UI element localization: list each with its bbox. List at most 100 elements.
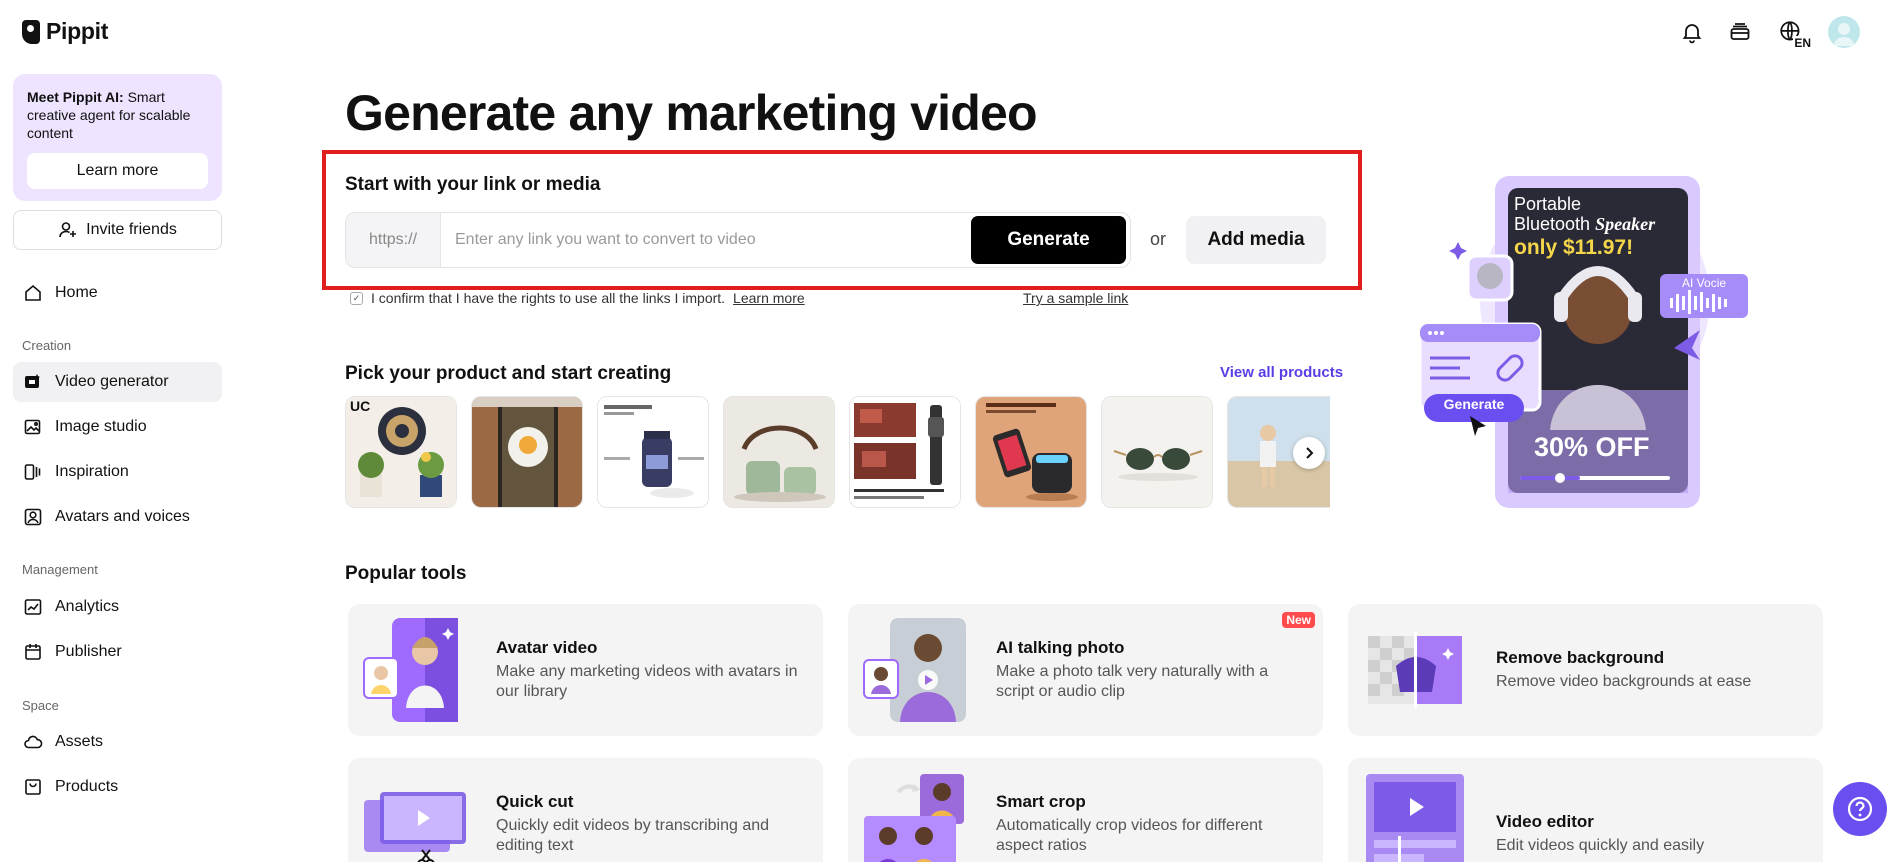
popular-tools-title: Popular tools [345, 563, 467, 584]
avatar-video-thumbnail [362, 618, 466, 722]
video-editor-thumbnail [1362, 772, 1466, 862]
tool-name: Quick cut [496, 792, 574, 811]
tool-card-remove-background[interactable]: Remove background Remove video backgroun… [1348, 604, 1823, 736]
top-toolbar: EN [1678, 16, 1860, 50]
tool-card-quick-cut[interactable]: Quick cut Quickly edit videos by transcr… [348, 758, 823, 862]
confirm-text: I confirm that I have the rights to use … [371, 290, 726, 306]
sidebar-item-avatars-and-voices[interactable]: Avatars and voices [13, 497, 222, 537]
hero-line1: Portable [1514, 194, 1582, 214]
hero-generate: Generate [1443, 396, 1505, 412]
svg-text:UC: UC [350, 398, 370, 414]
hero-discount: 30% OFF [1534, 432, 1650, 462]
sidebar-item-assets[interactable]: Assets [13, 722, 222, 762]
tool-desc: Make a photo talk very naturally with a … [996, 663, 1269, 700]
cloud-icon [23, 732, 43, 752]
hero-line2-text: Bluetooth [1514, 214, 1591, 234]
inspiration-icon [23, 462, 43, 482]
invite-friends-button[interactable]: Invite friends [13, 210, 222, 250]
sidebar-item-label: Inspiration [55, 463, 129, 480]
invite-label: Invite friends [86, 221, 177, 238]
home-icon [23, 283, 43, 303]
tool-name: Remove background [1496, 648, 1665, 667]
start-label: Start with your link or media [345, 174, 601, 195]
user-avatar[interactable] [1828, 16, 1860, 48]
promo-text: Meet Pippit AI: Smart creative agent for… [27, 88, 208, 142]
new-badge: New [1282, 612, 1315, 628]
tool-card-ai-talking-photo[interactable]: New AI talking photo Make a photo talk v… [848, 604, 1323, 736]
pick-product-title: Pick your product and start creating [345, 363, 672, 384]
sidebar: Pippit Meet Pippit AI: Smart creative ag… [0, 0, 236, 862]
sidebar-item-label: Assets [55, 733, 104, 750]
confirm-learn-more-link[interactable]: Learn more [733, 290, 805, 306]
page-title: Generate any marketing video [345, 85, 1038, 141]
hero-ai-voice: AI Vocie [1682, 276, 1727, 290]
add-user-icon [58, 220, 78, 240]
image-studio-icon [23, 417, 43, 437]
sidebar-item-label: Products [55, 778, 119, 795]
ai-talking-photo-thumbnail [862, 618, 966, 722]
sidebar-item-label: Home [55, 284, 98, 301]
add-media-button[interactable]: Add media [1186, 216, 1326, 264]
sidebar-item-label: Video generator [55, 373, 169, 390]
hero-line2: Bluetooth Speaker [1514, 214, 1655, 234]
sidebar-item-image-studio[interactable]: Image studio [13, 407, 222, 447]
tool-name: Avatar video [496, 638, 598, 657]
rights-confirm: ✓ I confirm that I have the rights to us… [350, 290, 805, 306]
help-button[interactable] [1833, 782, 1887, 836]
product-card[interactable] [597, 396, 709, 508]
tool-desc: Edit videos quickly and easily [1496, 837, 1705, 854]
sidebar-item-analytics[interactable]: Analytics [13, 587, 222, 627]
promo-title: Meet Pippit AI: [27, 89, 124, 105]
product-card[interactable] [723, 396, 835, 508]
sidebar-item-label: Publisher [55, 643, 122, 660]
quick-cut-thumbnail [362, 772, 466, 862]
tool-desc: Automatically crop videos for different … [996, 817, 1263, 854]
sidebar-item-video-generator[interactable]: Video generator [13, 362, 222, 402]
tool-name: AI talking photo [996, 638, 1125, 657]
sidebar-item-label: Avatars and voices [55, 508, 190, 525]
link-input[interactable] [441, 213, 971, 267]
question-icon [1847, 796, 1873, 822]
product-card[interactable] [471, 396, 583, 508]
product-card[interactable]: UC [345, 396, 457, 508]
hero-illustration: Portable Bluetooth Speaker only $11.97! … [1400, 170, 1760, 520]
sidebar-item-inspiration[interactable]: Inspiration [13, 452, 222, 492]
or-label: or [1150, 229, 1167, 249]
tool-name: Smart crop [996, 792, 1086, 811]
product-card[interactable] [849, 396, 961, 508]
try-sample-link[interactable]: Try a sample link [1023, 290, 1128, 306]
sidebar-item-label: Analytics [55, 598, 120, 615]
tool-desc: Make any marketing videos with avatars i… [496, 663, 798, 700]
brand-name: Pippit [46, 18, 109, 44]
language-code: EN [1793, 36, 1812, 50]
section-management: Management [22, 562, 98, 577]
tool-desc: Quickly edit videos by transcribing and … [496, 817, 770, 854]
calendar-icon [23, 642, 43, 662]
tool-name: Video editor [1496, 812, 1594, 831]
view-all-products-link[interactable]: View all products [1220, 364, 1343, 381]
sidebar-item-publisher[interactable]: Publisher [13, 632, 222, 672]
product-card[interactable] [975, 396, 1087, 508]
credits-icon[interactable] [1726, 18, 1754, 46]
smart-crop-thumbnail [862, 772, 966, 862]
product-card[interactable] [1101, 396, 1213, 508]
confirm-checkbox[interactable]: ✓ [350, 291, 363, 305]
learn-more-button[interactable]: Learn more [27, 153, 208, 189]
sidebar-item-products[interactable]: Products [13, 767, 222, 807]
language-selector[interactable]: EN [1774, 18, 1812, 50]
generate-button[interactable]: Generate [971, 216, 1126, 264]
bell-icon[interactable] [1678, 18, 1706, 46]
sidebar-item-home[interactable]: Home [13, 273, 222, 313]
pippit-logo[interactable]: Pippit [22, 18, 108, 45]
tool-card-avatar-video[interactable]: Avatar video Make any marketing videos w… [348, 604, 823, 736]
section-space: Space [22, 698, 59, 713]
analytics-icon [23, 597, 43, 617]
sidebar-item-label: Image studio [55, 418, 147, 435]
carousel-next-button[interactable] [1293, 437, 1325, 469]
tool-card-video-editor[interactable]: Video editor Edit videos quickly and eas… [1348, 758, 1823, 862]
remove-background-thumbnail [1362, 618, 1466, 722]
link-input-group: https:// Generate [345, 212, 1131, 268]
tool-desc: Remove video backgrounds at ease [1496, 673, 1752, 690]
hero-line2-italic: Speaker [1595, 214, 1656, 234]
tool-card-smart-crop[interactable]: Smart crop Automatically crop videos for… [848, 758, 1323, 862]
